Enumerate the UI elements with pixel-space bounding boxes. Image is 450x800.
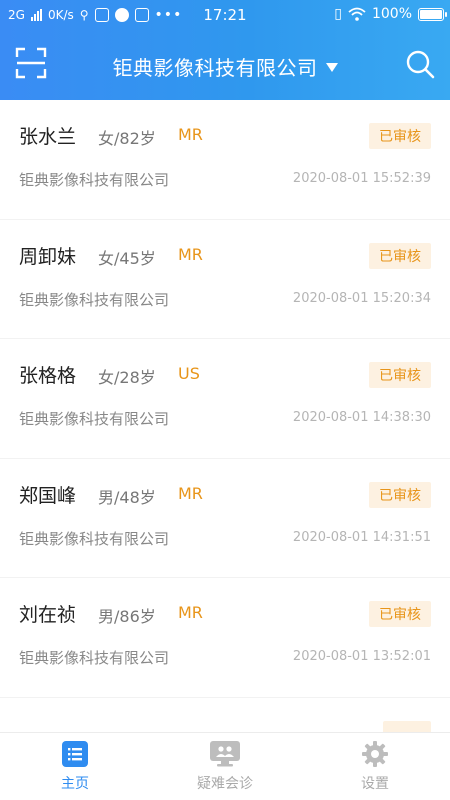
- wifi-icon: [348, 7, 366, 21]
- status-bar: 2G 0K/s ⚲ ••• 17:21 ▯ 100%: [0, 0, 450, 32]
- list-item[interactable]: 郑国峰 男/48岁 MR 已审核 钜典影像科技有限公司 2020-08-01 1…: [0, 458, 450, 578]
- modality: MR: [178, 125, 203, 144]
- tab-consult-label: 疑难会诊: [197, 776, 253, 792]
- organization: 钜典影像科技有限公司: [19, 171, 170, 189]
- timestamp: 2020-08-01 13:52:01: [292, 649, 431, 664]
- organization: 钜典影像科技有限公司: [19, 529, 170, 548]
- timestamp: 2020-08-01 14:31:51: [292, 529, 431, 545]
- tab-settings[interactable]: 设置: [300, 733, 450, 800]
- organization: 钜典影像科技有限公司: [19, 290, 170, 309]
- status-badge: 已审核: [369, 123, 431, 149]
- monitor-icon: [210, 740, 240, 768]
- timestamp: 2020-08-01 14:38:30: [292, 410, 431, 425]
- tab-consult[interactable]: 疑难会诊: [150, 733, 300, 800]
- patient-name: 张水兰: [19, 126, 77, 148]
- org-selector[interactable]: 钜典影像科技有限公司: [0, 52, 450, 81]
- list-item[interactable]: 张水兰 女/82岁 MR 已审核 钜典影像科技有限公司 2020-08-01 1…: [0, 100, 450, 220]
- modality: MR: [178, 483, 203, 503]
- page-title: 钜典影像科技有限公司: [112, 56, 318, 80]
- list-icon: [60, 740, 90, 768]
- status-badge: 已审核: [369, 601, 431, 627]
- patient-name: 郑国峰: [19, 484, 77, 507]
- patient-meta: 男/86岁: [98, 607, 156, 626]
- organization: 钜典影像科技有限公司: [19, 649, 170, 667]
- status-right: ▯ 100%: [334, 6, 447, 22]
- status-badge-partial: [383, 720, 431, 732]
- modality: US: [178, 364, 200, 383]
- vibrate-icon: ▯: [334, 6, 342, 22]
- modality: MR: [178, 603, 203, 622]
- patient-meta: 女/45岁: [98, 248, 156, 268]
- tab-settings-label: 设置: [361, 776, 389, 792]
- app-header: 2G 0K/s ⚲ ••• 17:21 ▯ 100% 钜典影像科技有限公司: [0, 0, 450, 100]
- patient-name: 刘在祯: [19, 604, 77, 626]
- list-item[interactable]: 张格格 女/28岁 US 已审核 钜典影像科技有限公司 2020-08-01 1…: [0, 339, 450, 459]
- list-item[interactable]: 刘在祯 男/86岁 MR 已审核 钜典影像科技有限公司 2020-08-01 1…: [0, 578, 450, 698]
- battery-icon: [418, 7, 447, 21]
- status-badge: 已审核: [369, 362, 431, 388]
- search-button[interactable]: [404, 48, 436, 80]
- status-badge: 已审核: [369, 242, 431, 269]
- timestamp: 2020-08-01 15:52:39: [292, 171, 431, 186]
- battery-percent: 100%: [371, 6, 412, 22]
- search-icon: [406, 50, 435, 79]
- patient-name: 周卸妹: [19, 245, 77, 268]
- tab-home-label: 主页: [61, 776, 89, 792]
- timestamp: 2020-08-01 15:20:34: [292, 290, 431, 306]
- status-badge: 已审核: [369, 481, 431, 508]
- list-item[interactable]: 周卸妹 女/45岁 MR 已审核 钜典影像科技有限公司 2020-08-01 1…: [0, 219, 450, 339]
- patient-meta: 女/28岁: [98, 368, 156, 387]
- organization: 钜典影像科技有限公司: [19, 410, 170, 428]
- tab-home[interactable]: 主页: [0, 733, 150, 800]
- patient-name: 张格格: [19, 365, 77, 387]
- patient-meta: 女/82岁: [98, 129, 156, 148]
- gear-icon: [360, 740, 390, 768]
- nav-bar: 钜典影像科技有限公司: [0, 32, 450, 100]
- patient-meta: 男/48岁: [98, 487, 156, 507]
- caret-down-icon: [325, 63, 338, 72]
- tab-bar: 主页 疑难会诊 设置: [0, 732, 450, 800]
- modality: MR: [178, 244, 203, 264]
- record-list: 张水兰 女/82岁 MR 已审核 钜典影像科技有限公司 2020-08-01 1…: [0, 100, 450, 732]
- patient-name-partial: [19, 720, 38, 733]
- list-item-partial[interactable]: [0, 697, 450, 733]
